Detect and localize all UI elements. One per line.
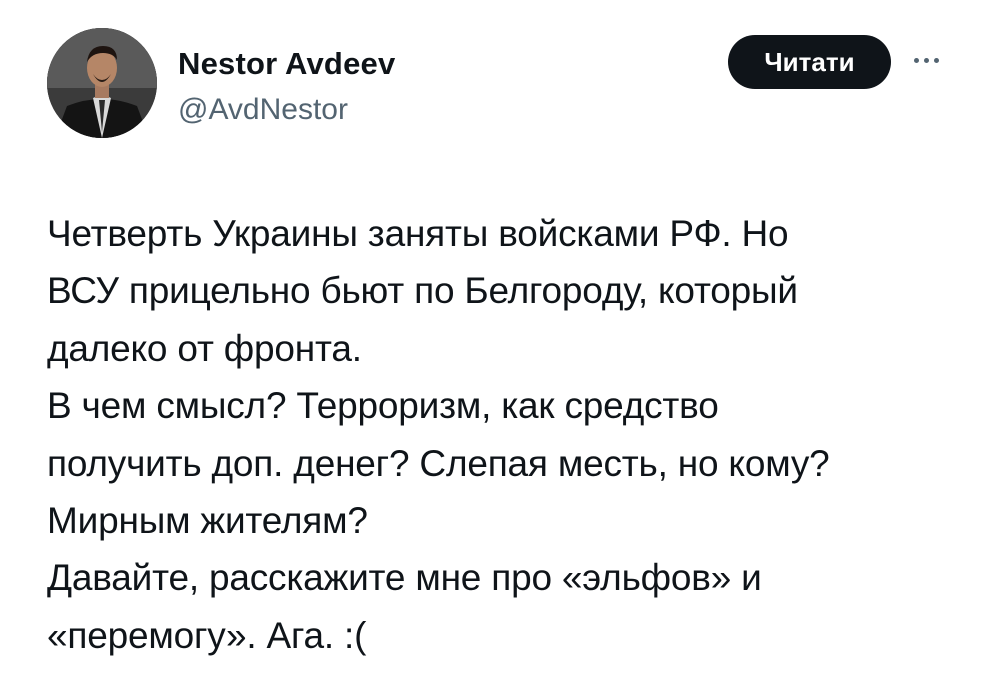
author-display-name[interactable]: Nestor Avdeev xyxy=(178,44,395,84)
more-dot xyxy=(933,57,939,63)
tweet-line: ВСУ прицельно бьют по Белгороду, который xyxy=(47,270,798,312)
tweet-line: В чем смысл? Терроризм, как средство xyxy=(47,385,719,427)
tweet-line: Четверть Украины заняты войсками РФ. Но xyxy=(47,213,789,254)
tweet-line: «перемогу». Ага. :( xyxy=(47,614,367,656)
tweet-card: Nestor Avdeev @AvdNestor Читати Четверть… xyxy=(0,0,1000,693)
avatar[interactable] xyxy=(47,28,157,138)
author-handle[interactable]: @AvdNestor xyxy=(178,90,348,130)
more-dot xyxy=(913,57,919,63)
follow-button[interactable]: Читати xyxy=(728,35,891,89)
tweet-text: Четверть Украины заняты войсками РФ. Но … xyxy=(47,205,977,664)
tweet-line: Давайте, расскажите мне про «эльфов» и xyxy=(47,557,762,599)
tweet-line: Мирным жителям? xyxy=(47,500,368,542)
tweet-line: получить доп. денег? Слепая месть, но ко… xyxy=(47,442,830,484)
more-options-icon[interactable] xyxy=(906,48,946,72)
avatar-photo-icon xyxy=(47,28,157,138)
more-dot xyxy=(923,57,929,63)
tweet-line: далеко от фронта. xyxy=(47,327,362,369)
